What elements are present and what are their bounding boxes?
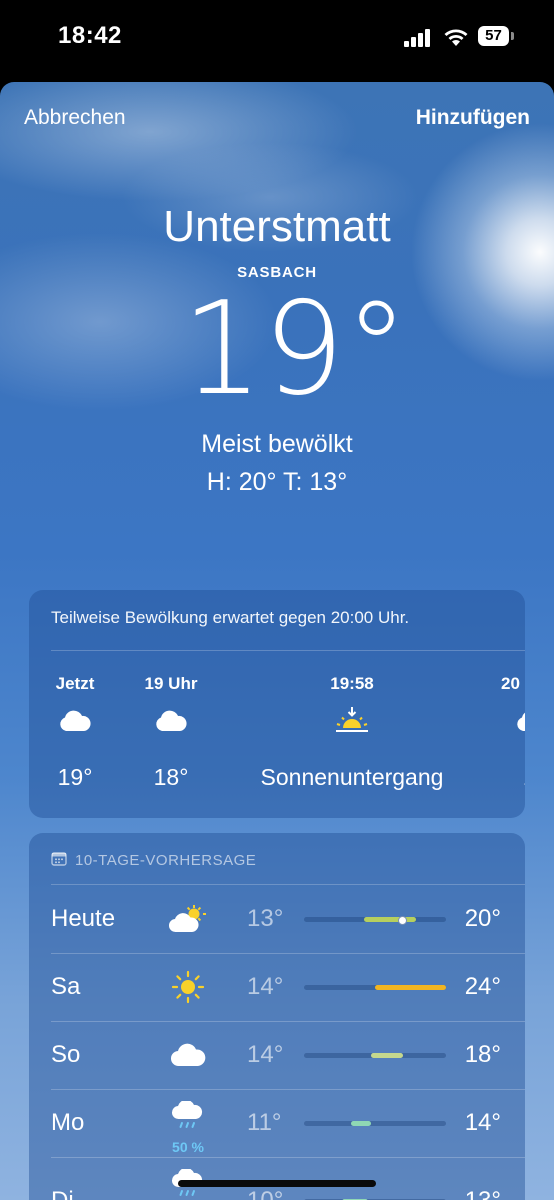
hour-temperature: 18° (153, 764, 189, 790)
day-row[interactable]: Sa 14° 24° (29, 953, 525, 1021)
add-button[interactable]: Hinzufügen (416, 106, 530, 130)
temperature-range-bar (304, 916, 446, 925)
temperature-range-bar (304, 1053, 446, 1058)
day-row[interactable]: Mo 50 % 11° 14° (29, 1089, 525, 1157)
precipitation-probability: 50 % (172, 1139, 204, 1155)
day-low: 10° (247, 1187, 283, 1200)
city-name: Unterstmatt (163, 202, 391, 251)
day-low: 13° (247, 905, 284, 932)
rain-cloud-icon (165, 1097, 211, 1137)
temperature-range-fill (375, 985, 446, 990)
divider (51, 650, 525, 651)
day-high: 14° (464, 1109, 501, 1136)
high-low-temperature: H: 20° T: 13° (206, 468, 348, 496)
battery-icon: 57 (478, 26, 516, 48)
battery-level: 57 (478, 26, 509, 46)
day-high: 20° (464, 905, 501, 932)
day-low: 11° (247, 1109, 282, 1136)
hour-label: 19:58 (330, 674, 374, 693)
cloud-icon (165, 1035, 211, 1075)
hour-item: 19 Uhr 18° (135, 674, 207, 791)
cloud-icon (45, 698, 105, 744)
day-low: 14° (247, 1041, 284, 1068)
sun-icon (165, 967, 211, 1007)
hour-label: 20 (501, 674, 520, 693)
cancel-button[interactable]: Abbrechen (24, 106, 126, 130)
status-time: 18:42 (58, 22, 122, 49)
day-name: So (51, 1041, 81, 1068)
sunset-icon (235, 698, 469, 744)
temperature-range-fill (350, 1121, 371, 1126)
cellular-signal-icon (404, 29, 432, 47)
day-name: Di (51, 1187, 74, 1200)
sunset-label: Sonnenuntergang (260, 764, 444, 790)
day-high: 24° (464, 973, 501, 1000)
temperature-range-bar (304, 985, 446, 990)
day-high: 18° (464, 1041, 501, 1068)
ten-day-header: 10-TAGE-VORHERSAGE (51, 851, 256, 870)
day-row[interactable]: So 14° 18° (29, 1021, 525, 1089)
wifi-icon (443, 27, 469, 47)
hour-temperature: 1 (501, 764, 525, 791)
add-location-sheet: Abbrechen Hinzufügen Unterstmatt SASBACH… (0, 82, 554, 1200)
hour-label: 19 Uhr (144, 674, 198, 693)
day-high: 13° (465, 1187, 501, 1200)
ten-day-title: 10-TAGE-VORHERSAGE (75, 852, 257, 869)
temperature-range-fill (363, 917, 417, 922)
day-name: Heute (51, 905, 116, 932)
calendar-icon (51, 851, 67, 870)
hour-label: Jetzt (55, 674, 95, 693)
hourly-forecast-card[interactable]: Teilweise Bewölkung erwartet gegen 20:00… (29, 590, 525, 818)
current-condition: Meist bewölkt (201, 430, 353, 458)
ten-day-forecast-card[interactable]: 10-TAGE-VORHERSAGE Heute 13° 20° Sa 14° … (29, 833, 525, 1200)
cloud-icon (501, 698, 525, 744)
hour-item: 20 1 (501, 674, 525, 791)
temperature-range-bar (304, 1121, 446, 1126)
status-bar: 18:42 57 (0, 0, 554, 80)
cloud-icon (135, 698, 207, 744)
day-row[interactable]: Di 10° 13° (29, 1157, 525, 1200)
hourly-summary: Teilweise Bewölkung erwartet gegen 20:00… (51, 608, 410, 627)
hour-item: 19:58 Sonnenuntergang (235, 674, 469, 791)
hour-temperature: 19° (57, 764, 93, 790)
current-temperature: 19° (181, 275, 409, 424)
partly-sunny-icon (165, 899, 211, 939)
temperature-range-fill (370, 1053, 404, 1058)
current-temperature-marker (397, 916, 407, 925)
day-row[interactable]: Heute 13° 20° (29, 885, 525, 953)
day-name: Mo (51, 1109, 85, 1136)
day-low: 14° (247, 973, 284, 1000)
home-indicator[interactable] (178, 1180, 376, 1187)
day-name: Sa (51, 973, 81, 1000)
hour-item: Jetzt 19° (45, 674, 105, 791)
